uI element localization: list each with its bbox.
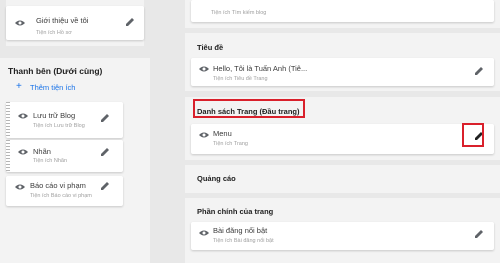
widget-card-menu[interactable]: Menu Tiện ích Trang bbox=[191, 124, 494, 154]
widget-title: Bài đăng nổi bật bbox=[213, 226, 268, 235]
drag-handle[interactable] bbox=[6, 140, 10, 172]
section-title: Thanh bên (Dưới cùng) bbox=[8, 66, 103, 76]
edit-pencil-icon[interactable] bbox=[475, 66, 484, 75]
edit-pencil-icon[interactable] bbox=[101, 113, 110, 122]
edit-pencil-icon[interactable] bbox=[126, 17, 135, 26]
plus-icon[interactable]: + bbox=[16, 81, 22, 92]
section-title: Tiêu đề bbox=[197, 43, 224, 52]
add-gadget-link[interactable]: Thêm tiện ích bbox=[30, 83, 75, 92]
widget-subtitle: Tiện ích Lưu trữ Blog bbox=[33, 123, 85, 129]
eye-icon[interactable] bbox=[199, 132, 209, 138]
widget-subtitle: Tiện ích Hồ sơ bbox=[36, 30, 72, 36]
eye-icon[interactable] bbox=[15, 184, 25, 190]
widget-title: Giới thiệu về tôi bbox=[36, 16, 89, 25]
widget-title: Nhãn bbox=[33, 147, 51, 156]
main-column: Tiện ích Tìm kiếm blog Tiêu đề Hello, Tô… bbox=[185, 0, 500, 263]
widget-card-report-abuse[interactable]: Báo cáo vi phạm Tiện ích Báo cáo vi phạm bbox=[6, 176, 123, 206]
widget-subtitle: Tiện ích Trang bbox=[213, 141, 248, 147]
widget-subtitle: Tiện ích Bài đăng nổi bật bbox=[213, 238, 274, 244]
widget-subtitle: Tiện ích Tìm kiếm blog bbox=[211, 10, 267, 16]
widget-card-featured-post[interactable]: Bài đăng nổi bật Tiện ích Bài đăng nổi b… bbox=[191, 222, 494, 250]
widget-card-blog-archive[interactable]: Lưu trữ Blog Tiện ích Lưu trữ Blog bbox=[6, 102, 123, 138]
widget-card-page-header[interactable]: Hello, Tôi là Tuấn Anh (Tiê... Tiện ích … bbox=[191, 58, 494, 86]
widget-card-about[interactable]: Giới thiệu về tôi Tiện ích Hồ sơ bbox=[6, 6, 144, 40]
widget-card-labels[interactable]: Nhãn Tiện ích Nhãn bbox=[6, 140, 123, 172]
eye-icon[interactable] bbox=[18, 149, 28, 155]
widget-subtitle: Tiện ích Nhãn bbox=[33, 158, 68, 164]
left-column: Giới thiệu về tôi Tiện ích Hồ sơ Thanh b… bbox=[0, 0, 150, 263]
eye-icon[interactable] bbox=[199, 66, 209, 72]
edit-pencil-icon[interactable] bbox=[101, 181, 110, 190]
widget-title: Menu bbox=[213, 129, 232, 138]
edit-pencil-icon[interactable] bbox=[101, 147, 110, 156]
edit-pencil-icon[interactable] bbox=[475, 229, 484, 238]
widget-subtitle: Tiện ích Báo cáo vi phạm bbox=[30, 193, 92, 199]
eye-icon[interactable] bbox=[18, 113, 28, 119]
section-title: Quảng cáo bbox=[197, 174, 236, 183]
widget-card-search[interactable]: Tiện ích Tìm kiếm blog bbox=[191, 0, 494, 22]
eye-icon[interactable] bbox=[199, 230, 209, 236]
highlight-box bbox=[462, 123, 484, 147]
widget-title: Lưu trữ Blog bbox=[33, 111, 76, 120]
highlight-box bbox=[193, 99, 305, 118]
drag-handle[interactable] bbox=[6, 102, 10, 138]
widget-subtitle: Tiện ích Tiêu đề Trang bbox=[213, 76, 268, 82]
widget-title: Hello, Tôi là Tuấn Anh (Tiê... bbox=[213, 64, 308, 73]
eye-icon[interactable] bbox=[15, 20, 25, 26]
widget-title: Báo cáo vi phạm bbox=[30, 181, 86, 190]
section-title: Phần chính của trang bbox=[197, 207, 274, 216]
